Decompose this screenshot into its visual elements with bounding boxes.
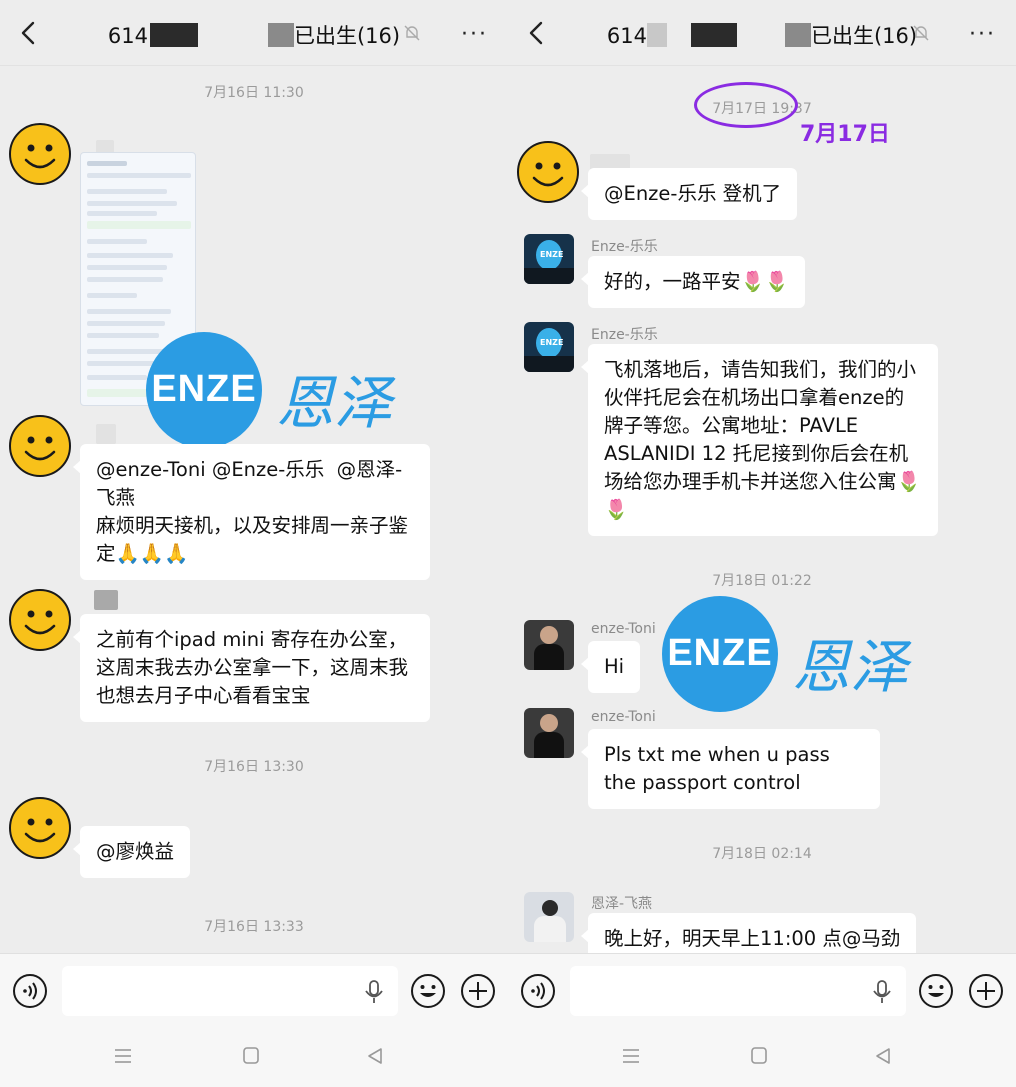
message-bubble[interactable]: @enze-Toni @Enze-乐乐 @恩泽-飞燕 麻烦明天接机，以及安排周一… xyxy=(73,444,430,580)
watermark-logo-text: ENZE xyxy=(667,632,773,674)
microphone-icon[interactable] xyxy=(364,980,384,1004)
redaction xyxy=(149,23,198,47)
redaction xyxy=(784,23,811,47)
more-options-button[interactable]: ··· xyxy=(461,22,488,47)
chat-header: 614 已出生(16) ··· xyxy=(0,0,508,66)
chat-panel-right: 614 已出生(16) ··· 7月17日 19:37 7月17日 @Enze-乐… xyxy=(508,0,1016,1087)
message-bubble[interactable]: 好的，一路平安🌷🌷 xyxy=(580,256,806,308)
message-input[interactable] xyxy=(570,966,906,1016)
muted-bell-icon xyxy=(913,25,929,41)
sender-name: Enze-乐乐 xyxy=(591,327,658,343)
avatar-enze-feiyan[interactable] xyxy=(524,892,574,942)
home-nav-icon[interactable] xyxy=(748,1046,770,1066)
chat-title: 614 已出生(16) xyxy=(0,20,508,50)
message-input[interactable] xyxy=(62,966,398,1016)
chat-title-suffix: 已出生(16) xyxy=(293,24,401,48)
add-plus-icon[interactable] xyxy=(968,973,1004,1009)
add-plus-icon[interactable] xyxy=(460,973,496,1009)
chat-title-suffix: 已出生(16) xyxy=(810,24,918,48)
message-bubble[interactable]: @Enze-乐乐 登机了 xyxy=(580,168,798,220)
chat-panel-left: 614 已出生(16) ··· 7月16日 11:30 ENZE 恩泽 @enze… xyxy=(0,0,508,1087)
smiley-avatar-icon[interactable] xyxy=(516,140,580,204)
timestamp: 7月16日 13:33 xyxy=(204,919,304,935)
smiley-avatar-icon[interactable] xyxy=(8,122,72,186)
sender-name: 恩泽-飞燕 xyxy=(591,896,653,912)
chat-header: 614 已出生(16) ··· xyxy=(508,0,1016,66)
chat-title: 614 已出生(16) xyxy=(508,20,1016,50)
message-bubble[interactable]: Pls txt me when u pass the passport cont… xyxy=(581,729,880,809)
redaction xyxy=(646,23,667,47)
timestamp: 7月16日 13:30 xyxy=(204,759,304,775)
watermark-logo-text: ENZE xyxy=(151,368,257,410)
watermark-cn-text: 恩泽 xyxy=(792,633,909,701)
smiley-avatar-icon[interactable] xyxy=(8,588,72,652)
voice-input-icon[interactable] xyxy=(12,973,48,1009)
voice-input-icon[interactable] xyxy=(520,973,556,1009)
sender-name-redaction xyxy=(96,424,116,444)
sender-name-redaction xyxy=(94,590,118,610)
enze-watermark: ENZE 恩泽 xyxy=(662,596,932,716)
menu-nav-icon[interactable] xyxy=(620,1046,642,1066)
sender-name: enze-Toni xyxy=(591,621,656,637)
input-bar xyxy=(508,953,1016,1087)
menu-nav-icon[interactable] xyxy=(112,1046,134,1066)
sender-name: Enze-乐乐 xyxy=(591,239,658,255)
message-bubble[interactable]: 之前有个ipad mini 寄存在办公室，这周末我去办公室拿一下，这周末我也想去… xyxy=(73,614,430,722)
timestamp: 7月18日 01:22 xyxy=(712,573,812,589)
enze-watermark: ENZE 恩泽 xyxy=(146,332,416,452)
muted-bell-icon xyxy=(404,25,420,41)
timestamp: 7月18日 02:14 xyxy=(712,846,812,862)
avatar-enze-lele[interactable]: ENZE xyxy=(524,322,574,372)
avatar-enze-lele[interactable]: ENZE xyxy=(524,234,574,284)
smiley-avatar-icon[interactable] xyxy=(8,414,72,478)
timestamp: 7月16日 11:30 xyxy=(204,85,304,101)
home-nav-icon[interactable] xyxy=(240,1046,262,1066)
more-options-button[interactable]: ··· xyxy=(969,22,996,47)
message-bubble[interactable]: Hi xyxy=(580,641,641,693)
smiley-avatar-icon[interactable] xyxy=(8,796,72,860)
chat-title-prefix: 614 xyxy=(606,24,647,48)
microphone-icon[interactable] xyxy=(872,980,892,1004)
emoji-icon[interactable] xyxy=(918,973,954,1009)
avatar-enze-toni[interactable] xyxy=(524,708,574,758)
sender-name: enze-Toni xyxy=(591,709,656,725)
back-nav-icon[interactable] xyxy=(364,1046,386,1066)
avatar-enze-toni[interactable] xyxy=(524,620,574,670)
message-bubble[interactable]: 飞机落地后，请告知我们，我们的小伙伴托尼会在机场出口拿着enze的牌子等您。公寓… xyxy=(581,344,938,536)
chat-title-prefix: 614 xyxy=(107,24,148,48)
watermark-cn-text: 恩泽 xyxy=(276,369,393,437)
back-nav-icon[interactable] xyxy=(872,1046,894,1066)
message-bubble[interactable]: @廖焕益 xyxy=(72,826,191,878)
annotation-circle xyxy=(694,82,798,128)
emoji-icon[interactable] xyxy=(410,973,446,1009)
input-bar xyxy=(0,953,508,1087)
annotation-label: 7月17日 xyxy=(800,122,890,147)
redaction xyxy=(267,23,294,47)
redaction xyxy=(690,23,737,47)
